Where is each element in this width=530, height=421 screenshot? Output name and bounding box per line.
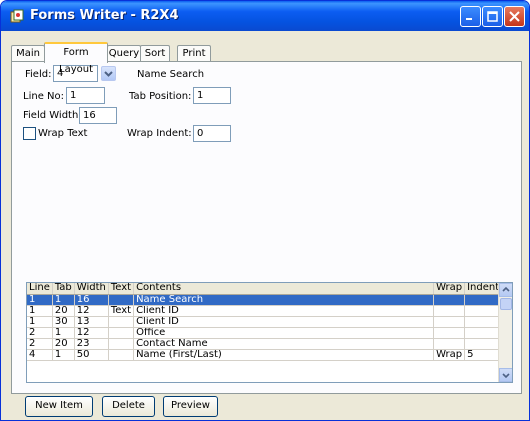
layout-grid[interactable]: Line Tab Width Text Contents Wrap Indent… (26, 282, 513, 383)
wrap-indent-label: Wrap Indent: (127, 128, 192, 139)
field-dropdown-button[interactable] (101, 66, 116, 81)
tab-position-label: Tab Position: (129, 91, 192, 102)
table-header-row: Line Tab Width Text Contents Wrap Indent (27, 283, 503, 295)
cell-width: 12 (74, 305, 109, 317)
cell-text (108, 316, 135, 328)
column-header-contents[interactable]: Contents (133, 283, 435, 295)
new-item-button[interactable]: New Item (25, 396, 93, 417)
cell-width: 50 (74, 349, 109, 361)
delete-button[interactable]: Delete (102, 396, 155, 417)
cell-line: 1 (27, 294, 53, 306)
tab-form-layout[interactable]: Form Layout (44, 42, 108, 75)
cell-width: 23 (74, 338, 109, 350)
tab-sort[interactable]: Sort (140, 45, 170, 62)
cell-line: 4 (27, 349, 53, 361)
grid-vertical-scrollbar[interactable] (498, 283, 512, 382)
close-icon (509, 11, 520, 22)
cell-wrap (433, 316, 466, 328)
cell-indent (464, 327, 503, 339)
cell-wrap (433, 294, 466, 306)
column-header-wrap[interactable]: Wrap (433, 283, 466, 295)
field-label: Field: (25, 69, 52, 80)
chevron-down-icon (502, 373, 510, 379)
cell-contents: Client ID (133, 305, 435, 317)
layout-table: Line Tab Width Text Contents Wrap Indent… (27, 283, 503, 361)
minimize-button[interactable] (460, 6, 481, 27)
cell-tab: 20 (52, 338, 75, 350)
column-header-line[interactable]: Line (27, 283, 53, 295)
cell-text (108, 294, 135, 306)
cell-wrap (433, 305, 466, 317)
cell-tab: 20 (52, 305, 75, 317)
title-bar[interactable]: Forms Writer - R2X4 (1, 1, 529, 31)
table-row[interactable]: 1 1 16 Name Search (27, 294, 503, 306)
app-icon (10, 9, 24, 23)
cell-line: 2 (27, 338, 53, 350)
scroll-thumb[interactable] (500, 298, 512, 310)
chevron-down-icon (104, 71, 113, 77)
cell-indent (464, 294, 503, 306)
cell-tab: 1 (52, 327, 75, 339)
preview-button[interactable]: Preview (163, 396, 218, 417)
cell-contents: Client ID (133, 316, 435, 328)
tab-print[interactable]: Print (177, 45, 211, 62)
table-row[interactable]: 4 1 50 Name (First/Last) Wrap 5 (27, 349, 503, 361)
cell-indent (464, 305, 503, 317)
cell-indent (464, 316, 503, 328)
column-header-indent[interactable]: Indent (464, 283, 503, 295)
cell-contents: Name (First/Last) (133, 349, 435, 361)
cell-contents: Contact Name (133, 338, 435, 350)
cell-wrap (433, 338, 466, 350)
wrap-text-label: Wrap Text (38, 128, 88, 139)
cell-width: 13 (74, 316, 109, 328)
field-width-input[interactable]: 16 (79, 107, 117, 124)
table-row[interactable]: 2 20 23 Contact Name (27, 338, 503, 350)
wrap-indent-input[interactable]: 0 (193, 125, 231, 142)
cell-tab: 1 (52, 349, 75, 361)
cell-text (108, 349, 135, 361)
cell-line: 2 (27, 327, 53, 339)
cell-wrap (433, 327, 466, 339)
tab-main[interactable]: Main (11, 45, 45, 62)
cell-indent (464, 338, 503, 350)
cell-line: 1 (27, 316, 53, 328)
cell-contents: Name Search (133, 294, 435, 306)
cell-tab: 1 (52, 294, 75, 306)
table-row[interactable]: 1 30 13 Client ID (27, 316, 503, 328)
cell-width: 12 (74, 327, 109, 339)
cell-wrap: Wrap (433, 349, 466, 361)
cell-text: Text (108, 305, 135, 317)
chevron-up-icon (502, 286, 510, 292)
window-title: Forms Writer - R2X4 (30, 8, 179, 23)
maximize-button[interactable] (482, 6, 503, 27)
cell-contents: Office (133, 327, 435, 339)
tab-position-input[interactable]: 1 (193, 87, 231, 104)
close-button[interactable] (504, 6, 525, 27)
cell-text (108, 327, 135, 339)
field-name-display: Name Search (137, 69, 205, 80)
tab-query[interactable]: Query (107, 45, 141, 62)
cell-tab: 30 (52, 316, 75, 328)
scroll-up-button[interactable] (499, 283, 512, 297)
line-no-label: Line No: (23, 91, 64, 102)
column-header-tab[interactable]: Tab (52, 283, 75, 295)
minimize-icon (466, 18, 472, 20)
line-no-input[interactable]: 1 (66, 87, 105, 104)
cell-width: 16 (74, 294, 109, 306)
table-row[interactable]: 2 1 12 Office (27, 327, 503, 339)
cell-indent: 5 (464, 349, 503, 361)
table-row[interactable]: 1 20 12 Text Client ID (27, 305, 503, 317)
wrap-text-checkbox[interactable] (23, 127, 36, 140)
cell-text (108, 338, 135, 350)
scroll-down-button[interactable] (499, 368, 512, 382)
column-header-text[interactable]: Text (108, 283, 135, 295)
forms-writer-window: Forms Writer - R2X4 Main Form Layout Que… (0, 0, 530, 421)
cell-line: 1 (27, 305, 53, 317)
maximize-icon (487, 11, 498, 22)
column-header-width[interactable]: Width (74, 283, 109, 295)
field-width-label: Field Width: (23, 110, 82, 121)
